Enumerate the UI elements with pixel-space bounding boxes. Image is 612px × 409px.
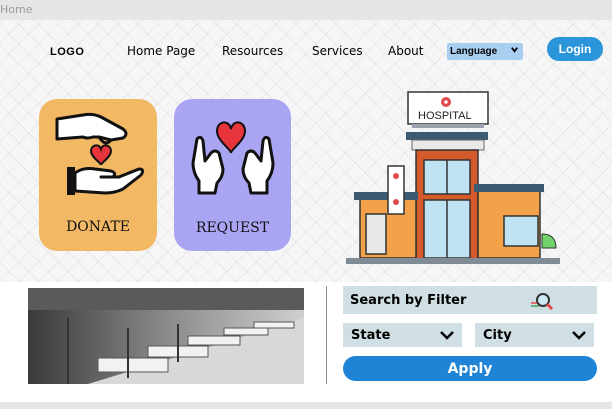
request-label: REQUEST — [195, 220, 270, 236]
nav-resources[interactable]: Resources — [222, 44, 283, 58]
hospital-ward-photo — [28, 288, 304, 384]
nav-services[interactable]: Services — [312, 44, 363, 58]
search-by-filter-label: Search by Filter — [350, 292, 467, 308]
apply-button[interactable]: Apply — [343, 356, 597, 381]
window-title: Home — [0, 3, 33, 16]
give-heart-hands-icon — [55, 112, 145, 195]
home-page: LOGO Home Page Resources Services About … — [0, 20, 612, 402]
chevron-down-icon — [572, 331, 586, 340]
state-select-label: State — [351, 327, 391, 343]
request-card[interactable]: REQUEST — [174, 99, 291, 251]
language-select[interactable]: Language — [447, 43, 523, 60]
hospital-sign-text: HOSPITAL — [418, 110, 472, 122]
vertical-divider — [326, 286, 327, 384]
login-button[interactable]: Login — [547, 37, 603, 61]
city-select-label: City — [483, 327, 512, 343]
donate-card[interactable]: DONATE — [39, 99, 157, 251]
language-select-label: Language — [450, 46, 498, 57]
magnifier-icon — [531, 293, 553, 311]
heart-hands-icon — [191, 121, 275, 195]
search-section: Search by Filter State City Apply — [0, 282, 612, 402]
city-select[interactable]: City — [475, 323, 594, 347]
chevron-down-icon — [440, 331, 454, 340]
search-by-filter-field[interactable]: Search by Filter — [343, 286, 597, 314]
state-select[interactable]: State — [343, 323, 462, 347]
logo[interactable]: LOGO — [50, 46, 84, 58]
nav-about[interactable]: About — [388, 44, 423, 58]
donate-label: DONATE — [66, 219, 130, 235]
chevron-down-icon — [510, 45, 519, 56]
nav-home-page[interactable]: Home Page — [127, 44, 195, 58]
